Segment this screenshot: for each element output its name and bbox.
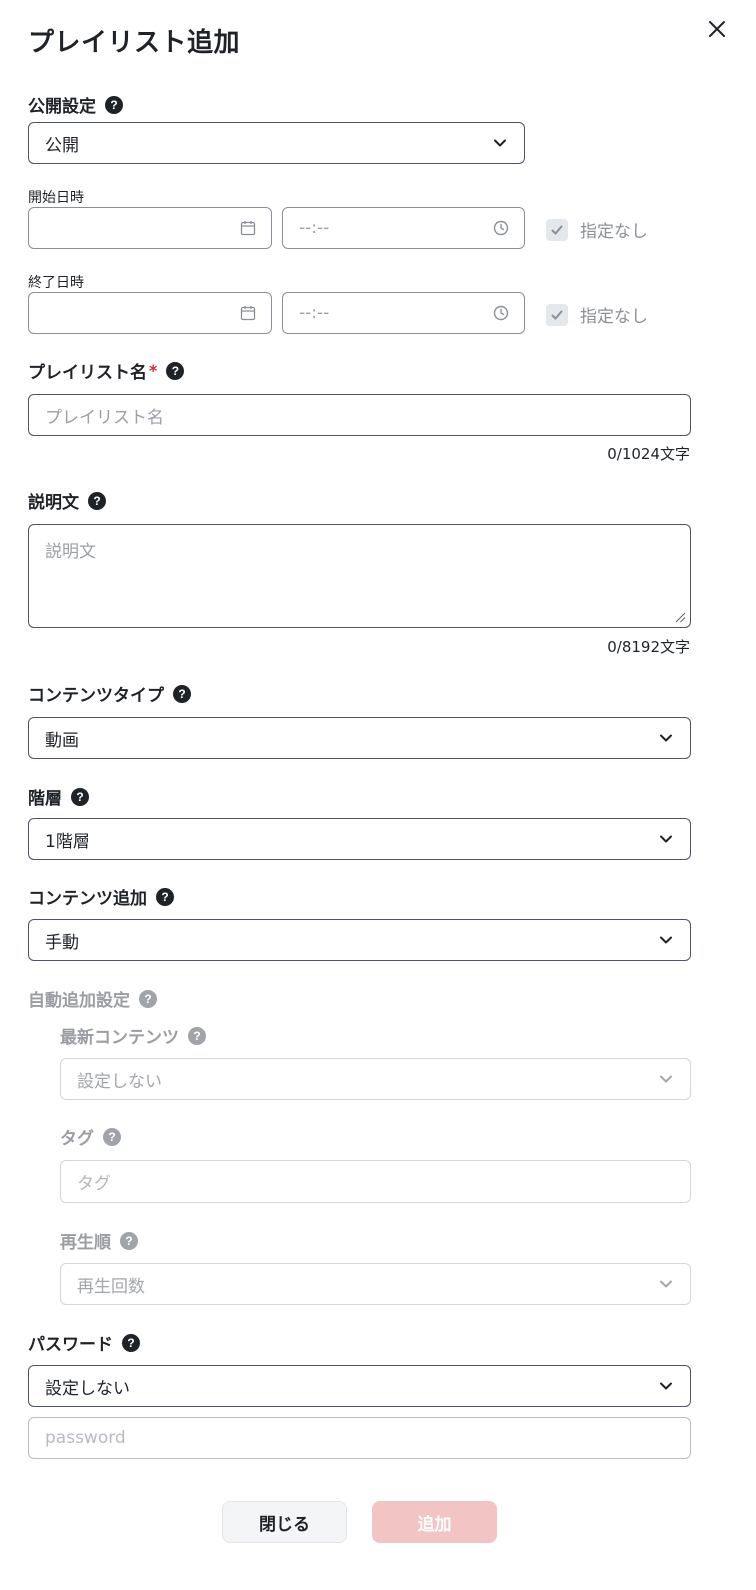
checkbox-checked-icon	[546, 303, 568, 326]
chevron-down-icon	[660, 1280, 672, 1288]
content-add-label: コンテンツ追加 ?	[28, 884, 174, 909]
playlist-name-input[interactable]: プレイリスト名	[28, 394, 691, 436]
start-no-spec-checkbox[interactable]: 指定なし	[546, 217, 648, 242]
end-datetime-label: 終了日時	[28, 275, 84, 291]
playlist-name-label: プレイリスト名 * ?	[28, 358, 185, 383]
playlist-name-counter: 0/1024文字	[607, 445, 690, 463]
hierarchy-select[interactable]: 1階層	[28, 818, 691, 860]
close-icon[interactable]	[703, 15, 731, 43]
chevron-down-icon	[660, 835, 672, 843]
end-no-spec-checkbox[interactable]: 指定なし	[546, 302, 648, 327]
password-label: パスワード ?	[28, 1330, 140, 1355]
chevron-down-icon	[660, 936, 672, 944]
start-date-input[interactable]	[28, 207, 272, 249]
password-select[interactable]: 設定しない	[28, 1365, 691, 1407]
help-icon[interactable]: ?	[103, 1127, 121, 1146]
chevron-down-icon	[660, 734, 672, 742]
calendar-icon	[240, 306, 256, 321]
help-icon[interactable]: ?	[156, 887, 174, 906]
visibility-label: 公開設定 ?	[28, 92, 123, 117]
play-order-select[interactable]: 再生回数	[60, 1263, 691, 1305]
required-mark: *	[149, 361, 158, 380]
end-date-input[interactable]	[28, 292, 272, 334]
content-type-label: コンテンツタイプ ?	[28, 681, 191, 706]
end-time-input[interactable]: --:--	[282, 292, 525, 334]
latest-content-label: 最新コンテンツ ?	[60, 1023, 206, 1048]
help-icon[interactable]: ?	[105, 95, 123, 114]
help-icon[interactable]: ?	[166, 361, 185, 380]
help-icon[interactable]: ?	[173, 684, 191, 703]
content-add-select[interactable]: 手動	[28, 919, 691, 961]
description-counter: 0/8192文字	[607, 638, 690, 656]
help-icon[interactable]: ?	[122, 1333, 140, 1352]
password-input[interactable]: password	[28, 1417, 691, 1459]
description-label: 説明文 ?	[28, 488, 106, 513]
clock-icon	[493, 220, 509, 236]
playlist-add-modal: プレイリスト追加 公開設定 ? 公開 開始日時 --:-- 指定なし 終了日時 …	[0, 0, 756, 1590]
help-icon[interactable]: ?	[71, 787, 89, 806]
help-icon[interactable]: ?	[139, 989, 157, 1008]
calendar-icon	[240, 221, 256, 236]
help-icon[interactable]: ?	[88, 491, 106, 510]
description-textarea[interactable]: 説明文	[28, 524, 691, 628]
chevron-down-icon	[494, 139, 506, 147]
auto-add-label: 自動追加設定 ?	[28, 986, 157, 1011]
help-icon[interactable]: ?	[120, 1231, 138, 1250]
start-time-input[interactable]: --:--	[282, 207, 525, 249]
checkbox-checked-icon	[546, 218, 568, 241]
tag-input[interactable]: タグ	[60, 1160, 691, 1203]
close-button[interactable]: 閉じる	[222, 1501, 347, 1543]
chevron-down-icon	[660, 1382, 672, 1390]
hierarchy-label: 階層 ?	[28, 784, 89, 809]
content-type-select[interactable]: 動画	[28, 717, 691, 759]
start-datetime-label: 開始日時	[28, 190, 84, 206]
tag-label: タグ ?	[60, 1124, 121, 1149]
latest-content-select[interactable]: 設定しない	[60, 1058, 691, 1100]
add-button[interactable]: 追加	[372, 1501, 497, 1543]
visibility-select[interactable]: 公開	[28, 122, 525, 164]
help-icon[interactable]: ?	[188, 1026, 206, 1045]
modal-title: プレイリスト追加	[28, 28, 241, 58]
chevron-down-icon	[660, 1075, 672, 1083]
resize-handle-icon[interactable]	[672, 609, 686, 623]
clock-icon	[493, 305, 509, 321]
play-order-label: 再生順 ?	[60, 1228, 138, 1253]
